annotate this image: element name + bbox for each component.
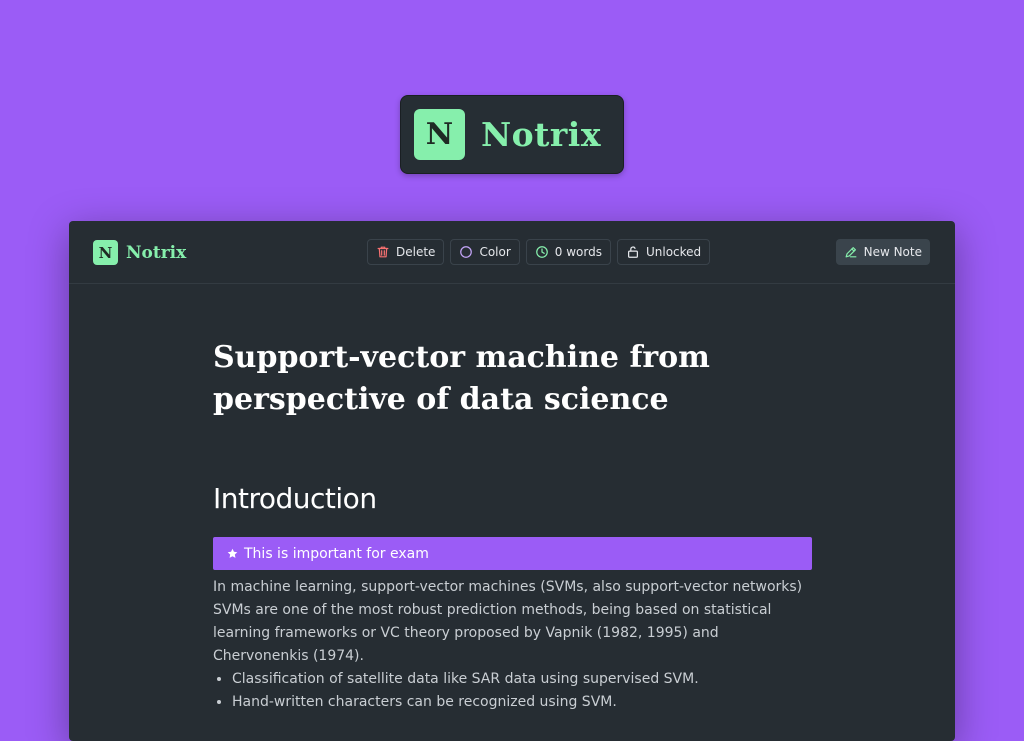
delete-label: Delete <box>396 245 436 259</box>
word-count-button[interactable]: 0 words <box>525 239 611 265</box>
document-title[interactable]: Support-vector machine from perspective … <box>213 337 813 421</box>
pen-icon <box>845 247 857 258</box>
body-paragraph[interactable]: In machine learning, support-vector mach… <box>213 576 813 668</box>
document-content[interactable]: Support-vector machine from perspective … <box>213 337 813 714</box>
list-item[interactable]: Classification of satellite data like SA… <box>232 668 813 691</box>
star-icon <box>227 548 238 558</box>
color-button[interactable]: Color <box>450 239 520 265</box>
unlock-icon <box>627 246 638 258</box>
toolbar-actions: Delete Color 0 words Unlocked <box>367 239 711 265</box>
lock-button[interactable]: Unlocked <box>616 239 711 265</box>
hero-logo-mark: N <box>414 109 465 160</box>
new-note-button[interactable]: New Note <box>835 239 930 265</box>
list-item[interactable]: Hand-written characters can be recognize… <box>232 691 813 714</box>
delete-button[interactable]: Delete <box>367 239 445 265</box>
toolbar: N Notrix Delete Color 0 words Unlocked N… <box>69 221 955 284</box>
brand-logo-mark: N <box>93 240 118 265</box>
circle-icon <box>460 246 473 258</box>
app-window: N Notrix Delete Color 0 words Unlocked N… <box>69 221 955 741</box>
trash-icon <box>377 246 389 258</box>
callout-text: This is important for exam <box>244 545 429 562</box>
callout-highlight[interactable]: This is important for exam <box>213 537 812 570</box>
bullet-list: Classification of satellite data like SA… <box>213 668 813 714</box>
new-note-label: New Note <box>863 245 922 259</box>
hero-logo: N Notrix <box>400 95 624 174</box>
section-heading[interactable]: Introduction <box>213 481 813 517</box>
hero-logo-text: Notrix <box>481 115 602 154</box>
word-count-label: 0 words <box>554 245 602 259</box>
color-label: Color <box>479 245 511 259</box>
brand[interactable]: N Notrix <box>93 240 186 265</box>
brand-logo-text: Notrix <box>126 242 187 263</box>
clock-icon <box>535 246 548 258</box>
lock-label: Unlocked <box>645 245 702 259</box>
